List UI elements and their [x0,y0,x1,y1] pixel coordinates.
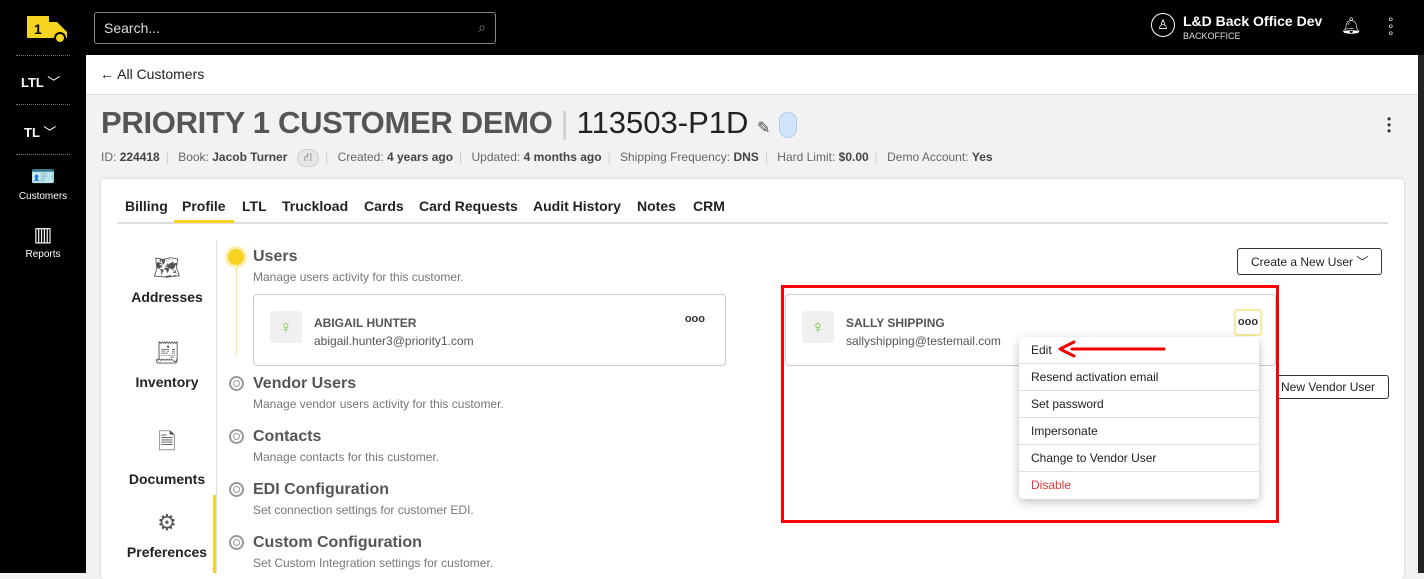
section-desc: Set Custom Integration settings for cust… [253,556,494,570]
new-vendor-user-button[interactable]: New Vendor User [1268,375,1390,399]
section-title-users[interactable]: Users [253,248,297,266]
breadcrumb: ← All Customers [86,55,1418,95]
step-icon [229,429,244,444]
menu-item-resend-activation[interactable]: Resend activation email [1019,364,1259,391]
section-title-edi-configuration[interactable]: EDI Configuration [253,481,389,499]
logo-truck-icon: 1 [27,16,67,44]
svg-text:1: 1 [34,21,42,37]
section-desc: Manage contacts for this customer. [253,450,440,464]
page-title: PRIORITY 1 CUSTOMER DEMO | 113503-P1D ✎ [101,105,798,141]
user-email: abigail.hunter3@priority1.com [314,334,474,348]
search-input[interactable]: Search... ⌕ [94,12,496,44]
pencil-edit-icon[interactable]: ✎ [757,120,770,137]
scrollbar[interactable] [1418,55,1424,573]
tab-notes[interactable]: Notes [637,198,676,214]
sidebar-item-label: LTL [21,75,44,90]
left-nav-inventory[interactable]: 🧾︎ Inventory [117,340,217,390]
bell-icon[interactable]: 🔔︎ [1341,16,1361,36]
user-name[interactable]: L&D Back Office Dev [1183,13,1322,29]
user-icon: ♀ [270,311,302,343]
kebab-menu-icon[interactable]: ∘ ∘ ∘ [1387,13,1395,39]
section-title-contacts[interactable]: Contacts [253,428,321,446]
user-card: ♀ ABIGAIL HUNTER abigail.hunter3@priorit… [253,294,726,366]
arrow-left-icon: ← [100,66,114,82]
user-name: SALLY SHIPPING [846,316,945,330]
search-placeholder: Search... [104,20,161,36]
back-link-label: All Customers [117,66,205,82]
sidebar-item-tl[interactable]: TL ﹀ [24,122,56,141]
user-avatar-icon[interactable]: ♙ [1151,13,1175,37]
sidebar-item-label: Reports [25,249,61,260]
chevron-down-icon: ﹀ [43,125,57,140]
user-email: sallyshipping@testemail.com [846,334,1001,348]
step-icon [229,482,244,497]
more-options-icon[interactable]: ooo [685,313,705,325]
step-icon [229,376,244,391]
left-nav-addresses[interactable]: 🗺︎ Addresses [117,255,217,305]
annotation-arrow-icon [1058,340,1166,358]
sidebar-item-reports[interactable]: ▥ Reports [0,222,86,260]
bar-chart-icon: ▥ [33,224,53,246]
left-nav-preferences[interactable]: ⚙ Preferences [117,510,217,560]
receipt-icon: 🧾︎ [153,340,181,365]
menu-item-impersonate[interactable]: Impersonate [1019,418,1259,445]
tab-audit-history[interactable]: Audit History [533,198,621,214]
sidebar-item-label: Customers [18,191,68,202]
user-name: ABIGAIL HUNTER [314,316,417,330]
more-options-button[interactable]: ooo [1234,309,1262,336]
tab-profile[interactable]: Profile [182,198,226,214]
tab-card-requests[interactable]: Card Requests [419,198,518,214]
create-user-button[interactable]: Create a New User ﹀ [1237,248,1383,275]
map-pin-icon: 🗺︎ [153,255,181,280]
user-icon: ♀ [802,311,834,343]
customer-card-icon: 🪪 [30,166,56,188]
gears-icon: ⚙ [157,510,177,535]
user-actions-menu: Edit Resend activation email Set passwor… [1019,337,1259,499]
back-link[interactable]: ← All Customers [100,66,204,82]
step-active-icon [228,249,244,265]
step-icon [229,535,244,550]
hierarchy-icon[interactable]: ⛙ [296,149,320,167]
section-desc: Manage users activity for this customer. [253,270,464,284]
sidebar-item-ltl[interactable]: LTL ﹀ [21,72,60,91]
menu-item-change-to-vendor[interactable]: Change to Vendor User [1019,445,1259,472]
tab-cards[interactable]: Cards [364,198,404,214]
left-nav-documents[interactable]: 🗎 Documents [117,425,217,487]
search-icon: ⌕ [478,19,486,35]
tab-ltl[interactable]: LTL [242,198,267,214]
section-title-custom-configuration[interactable]: Custom Configuration [253,534,422,552]
sidebar-item-customers[interactable]: 🪪 Customers [0,164,86,202]
customer-code: 113503-P1D [576,105,749,140]
sidebar-item-label: TL [24,125,40,140]
status-badge [779,111,798,138]
menu-item-disable[interactable]: Disable [1019,472,1259,499]
tab-truckload[interactable]: Truckload [282,198,348,214]
document-icon: 🗎 [158,429,176,454]
sidebar: 1 LTL ﹀ TL ﹀ 🪪 Customers ▥ Reports [0,0,86,573]
menu-item-set-password[interactable]: Set password [1019,391,1259,418]
customer-meta: ID: 224418 | Book: Jacob Turner ⛙ | Create… [101,149,993,167]
customer-name: PRIORITY 1 CUSTOMER DEMO [101,105,553,140]
tab-billing[interactable]: Billing [125,198,168,214]
chevron-down-icon: ﹀ [1356,255,1369,269]
chevron-down-icon: ﹀ [47,75,61,90]
user-role: BACKOFFICE [1183,31,1241,41]
section-title-vendor-users[interactable]: Vendor Users [253,375,356,393]
tab-crm[interactable]: CRM [693,198,725,214]
section-desc: Manage vendor users activity for this cu… [253,397,504,411]
section-desc: Set connection settings for customer EDI… [253,503,474,517]
page-more-icon[interactable]: • • • [1387,113,1391,137]
